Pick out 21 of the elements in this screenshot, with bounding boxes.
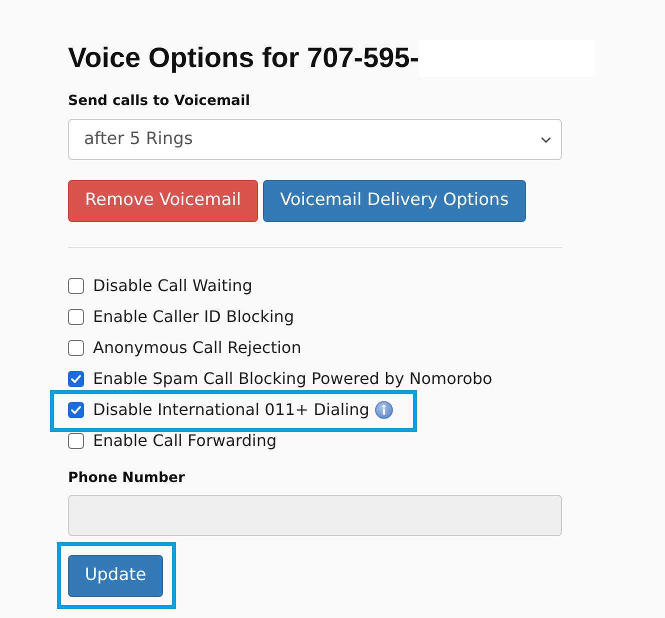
checkbox[interactable] xyxy=(68,432,84,448)
checkbox[interactable] xyxy=(68,278,84,294)
page-title: Voice Options for 707-595- xyxy=(68,41,420,75)
info-icon[interactable] xyxy=(375,400,394,418)
option-label: Enable Call Forwarding xyxy=(93,430,277,452)
checkbox[interactable] xyxy=(68,402,84,418)
update-button[interactable]: Update xyxy=(68,555,163,597)
checkbox[interactable] xyxy=(68,340,84,356)
chevron-down-icon xyxy=(541,136,551,142)
field-label: Send calls to Voicemail xyxy=(68,92,250,110)
field-label: Phone Number xyxy=(68,469,185,487)
option-label: Disable Call Waiting xyxy=(93,274,252,296)
option-label: Anonymous Call Rejection xyxy=(93,336,302,358)
option-label: Enable Spam Call Blocking Powered by Nomorobo xyxy=(93,368,492,390)
checkbox[interactable] xyxy=(68,308,84,324)
checkbox[interactable] xyxy=(68,370,84,386)
option-label: Enable Caller ID Blocking xyxy=(93,306,294,328)
delivery-options-button[interactable]: Voicemail Delivery Options xyxy=(263,180,526,222)
option-label: Disable International 011+ Dialing xyxy=(93,398,370,420)
rings-dropdown[interactable]: after 5 Rings xyxy=(68,119,562,160)
remove-voicemail-button[interactable]: Remove Voicemail xyxy=(68,180,258,222)
